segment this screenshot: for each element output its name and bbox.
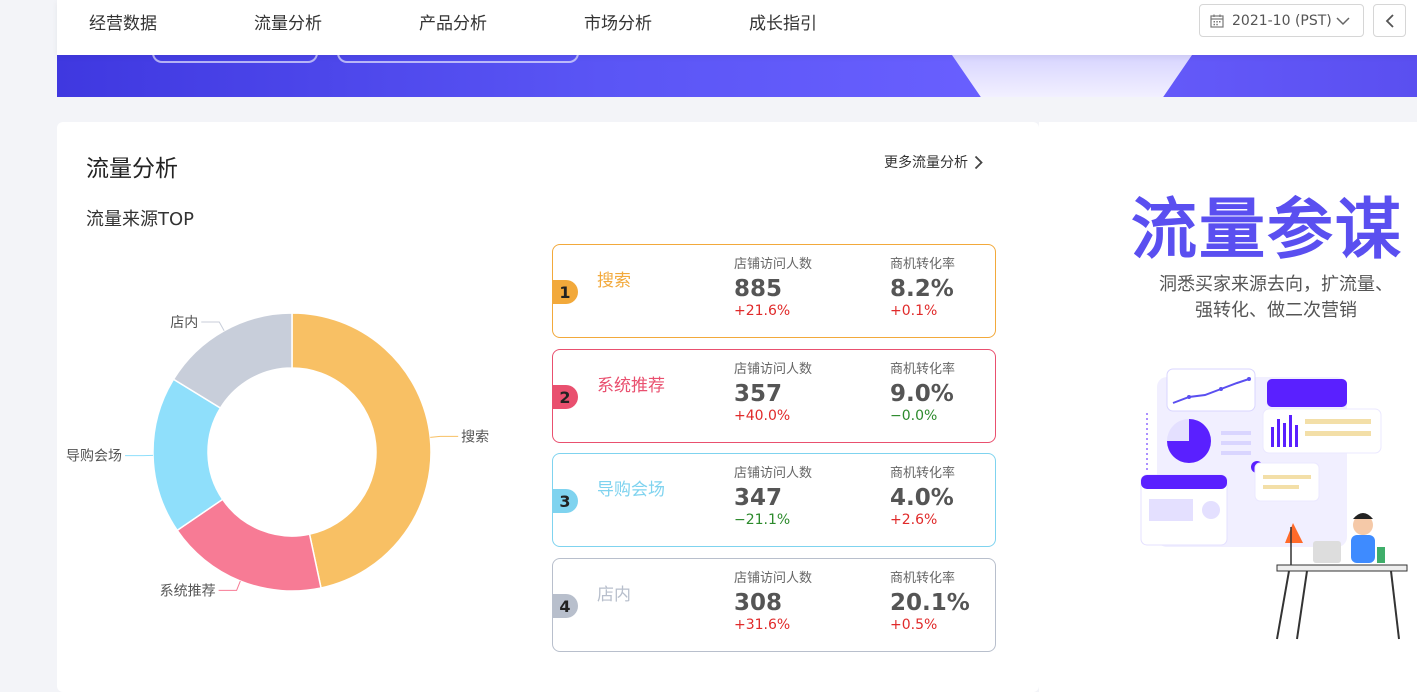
conversion-label: 商机转化率 <box>890 253 955 272</box>
calendar-icon <box>1210 14 1224 28</box>
conversion-label: 商机转化率 <box>890 567 970 586</box>
banner-decoration <box>152 55 318 63</box>
visitors-column: 店铺访问人数 347−21.1% <box>734 462 812 528</box>
conversion-change: +0.1% <box>890 303 955 319</box>
conversion-value: 8.2% <box>890 276 955 302</box>
traffic-source-rank-card[interactable]: 2 系统推荐 店铺访问人数 357+40.0% 商机转化率 9.0%−0.0% <box>552 349 996 443</box>
nav-tab-market[interactable]: 市场分析 <box>584 9 652 34</box>
source-name: 店内 <box>597 583 667 607</box>
donut-leader-line <box>430 436 458 437</box>
visitors-column: 店铺访问人数 357+40.0% <box>734 358 812 424</box>
visitors-value: 347 <box>734 485 812 511</box>
more-traffic-analysis-link[interactable]: 更多流量分析 <box>884 152 983 172</box>
donut-leader-line <box>219 581 241 590</box>
more-link-label: 更多流量分析 <box>884 152 968 172</box>
donut-leader-line <box>201 322 224 331</box>
conversion-label: 商机转化率 <box>890 462 955 481</box>
rank-badge: 3 <box>552 489 578 513</box>
visitors-value: 308 <box>734 590 812 616</box>
chevron-left-icon <box>1385 14 1395 28</box>
promo-banner[interactable] <box>57 55 1417 97</box>
promo-description: 洞悉买家来源去向，扩流量、 强转化、做二次营销 <box>1131 272 1417 324</box>
date-value: 2021-10 (PST) <box>1232 13 1332 29</box>
visitors-change: +21.6% <box>734 303 812 319</box>
conversion-column: 商机转化率 4.0%+2.6% <box>890 462 955 528</box>
promo-desc-line: 洞悉买家来源去向，扩流量、 <box>1131 272 1417 298</box>
source-name: 导购会场 <box>597 478 667 502</box>
donut-label: 导购会场 <box>66 449 122 465</box>
donut-label: 店内 <box>170 315 198 331</box>
promo-title: 流量参谋 <box>1131 176 1403 272</box>
chevron-down-icon <box>1336 16 1350 26</box>
visitors-change: +40.0% <box>734 408 812 424</box>
conversion-change: −0.0% <box>890 408 955 424</box>
traffic-source-rank-card[interactable]: 3 导购会场 店铺访问人数 347−21.1% 商机转化率 4.0%+2.6% <box>552 453 996 547</box>
traffic-analysis-card: 流量分析 更多流量分析 流量来源TOP 搜索系统推荐导购会场店内 1搜索店铺访问… <box>57 122 1039 692</box>
visitors-value: 357 <box>734 381 812 407</box>
visitors-label: 店铺访问人数 <box>734 253 812 272</box>
conversion-label: 商机转化率 <box>890 358 955 377</box>
visitors-value: 885 <box>734 276 812 302</box>
top-nav: 经营数据 流量分析 产品分析 市场分析 成长指引 2021-10 (PST) <box>57 0 1417 55</box>
conversion-column: 商机转化率 8.2%+0.1% <box>890 253 955 319</box>
traffic-source-donut-chart: 搜索系统推荐 导购会场 店内 <box>57 242 537 642</box>
visitors-label: 店铺访问人数 <box>734 358 812 377</box>
rank-badge: 2 <box>552 385 578 409</box>
nav-tab-growth[interactable]: 成长指引 <box>749 9 817 34</box>
promo-desc-line: 强转化、做二次营销 <box>1131 298 1417 324</box>
nav-tab-operations[interactable]: 经营数据 <box>89 9 157 34</box>
rank-badge: 4 <box>552 594 578 618</box>
section-subtitle: 流量来源TOP <box>86 205 194 231</box>
visitors-label: 店铺访问人数 <box>734 567 812 586</box>
traffic-advisor-promo[interactable]: 流量参谋 洞悉买家来源去向，扩流量、 强转化、做二次营销 <box>1039 122 1417 692</box>
nav-tab-product[interactable]: 产品分析 <box>419 9 487 34</box>
donut-label: 系统推荐 <box>160 583 216 599</box>
prev-month-button[interactable] <box>1373 4 1406 37</box>
conversion-change: +2.6% <box>890 512 955 528</box>
traffic-source-rank-card[interactable]: 4 店内 店铺访问人数 308+31.6% 商机转化率 20.1%+0.5% <box>552 558 996 652</box>
conversion-value: 4.0% <box>890 485 955 511</box>
traffic-source-rank-card[interactable]: 1 搜索 店铺访问人数 885+21.6% 商机转化率 8.2%+0.1% <box>552 244 996 338</box>
analytics-illustration <box>1137 367 1409 647</box>
date-picker[interactable]: 2021-10 (PST) <box>1199 4 1364 37</box>
card-title: 流量分析 <box>86 149 178 183</box>
conversion-column: 商机转化率 9.0%−0.0% <box>890 358 955 424</box>
source-name: 搜索 <box>597 269 667 293</box>
banner-decoration <box>952 55 1192 97</box>
nav-tab-traffic[interactable]: 流量分析 <box>254 9 322 34</box>
rank-badge: 1 <box>552 280 578 304</box>
donut-label: 搜索 <box>461 428 489 445</box>
source-name: 系统推荐 <box>597 374 667 398</box>
visitors-column: 店铺访问人数 885+21.6% <box>734 253 812 319</box>
visitors-change: −21.1% <box>734 512 812 528</box>
conversion-value: 9.0% <box>890 381 955 407</box>
conversion-column: 商机转化率 20.1%+0.5% <box>890 567 970 633</box>
conversion-value: 20.1% <box>890 590 970 616</box>
visitors-column: 店铺访问人数 308+31.6% <box>734 567 812 633</box>
banner-decoration <box>337 55 579 63</box>
visitors-label: 店铺访问人数 <box>734 462 812 481</box>
visitors-change: +31.6% <box>734 617 812 633</box>
chevron-right-icon <box>974 155 983 170</box>
conversion-change: +0.5% <box>890 617 970 633</box>
